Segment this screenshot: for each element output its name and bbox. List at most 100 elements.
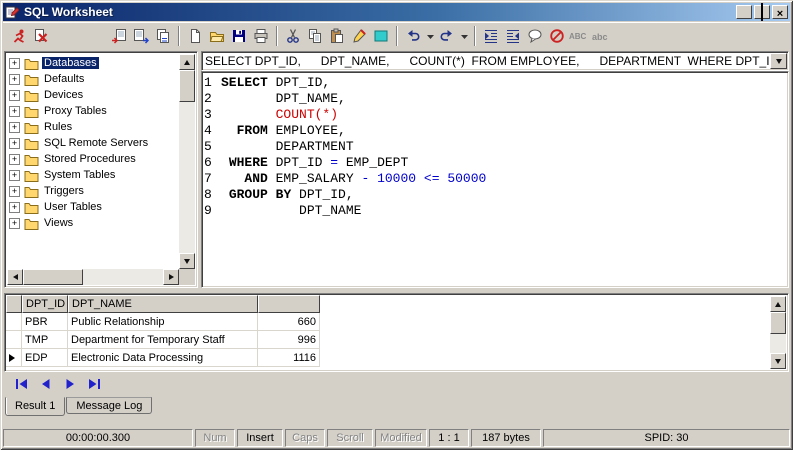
scrollbar-track[interactable]: [179, 70, 195, 253]
append-file-button[interactable]: [152, 25, 174, 47]
expand-plus-icon[interactable]: +: [9, 106, 20, 117]
tree-item-stored-procedures[interactable]: +Stored Procedures: [7, 151, 179, 167]
prior-row-button[interactable]: [34, 376, 58, 394]
tree-item-triggers[interactable]: +Triggers: [7, 183, 179, 199]
close-button[interactable]: ×: [772, 5, 788, 19]
outdent-button[interactable]: [502, 25, 524, 47]
expand-plus-icon[interactable]: +: [9, 154, 20, 165]
folder-icon: [24, 201, 39, 214]
append-file-icon: [155, 28, 171, 44]
expand-plus-icon[interactable]: +: [9, 138, 20, 149]
open-button[interactable]: [206, 25, 228, 47]
row-selector[interactable]: [6, 331, 22, 349]
column-header[interactable]: [258, 295, 320, 313]
last-row-button[interactable]: [82, 376, 106, 394]
expand-plus-icon[interactable]: +: [9, 170, 20, 181]
line-number: 1: [204, 75, 221, 91]
tree-vertical-scrollbar[interactable]: [179, 54, 195, 269]
cell: Department for Temporary Staff: [68, 331, 258, 349]
tree-item-user-tables[interactable]: +User Tables: [7, 199, 179, 215]
cell: 1116: [258, 349, 320, 367]
undo-dropdown-button[interactable]: [424, 25, 436, 47]
save-button[interactable]: [228, 25, 250, 47]
tree-item-proxy-tables[interactable]: + Proxy Tables: [7, 103, 179, 119]
expand-plus-icon[interactable]: +: [9, 186, 20, 197]
table-row[interactable]: TMPDepartment for Temporary Staff996: [6, 331, 770, 349]
scrollbar-thumb[interactable]: [23, 269, 83, 285]
scrollbar-corner: [179, 269, 195, 285]
tree-item-rules[interactable]: +Rules: [7, 119, 179, 135]
scroll-right-button[interactable]: [163, 269, 179, 285]
tree-item-views[interactable]: +Views: [7, 215, 179, 231]
undo-button[interactable]: [402, 25, 424, 47]
column-header[interactable]: DPT_ID: [22, 295, 68, 313]
title-bar[interactable]: SQL Worksheet ×: [3, 3, 790, 21]
tree-item-label: Proxy Tables: [42, 105, 109, 117]
next-row-button[interactable]: [58, 376, 82, 394]
lowercase-button[interactable]: abc: [590, 25, 612, 47]
expand-plus-icon[interactable]: +: [9, 74, 20, 85]
scroll-left-button[interactable]: [7, 269, 23, 285]
table-row[interactable]: PBRPublic Relationship660: [6, 313, 770, 331]
folder-icon: [24, 105, 39, 118]
expand-plus-icon[interactable]: +: [9, 90, 20, 101]
tree-item-devices[interactable]: + Devices: [7, 87, 179, 103]
scrollbar-track[interactable]: [770, 312, 786, 353]
new-button[interactable]: [184, 25, 206, 47]
minimize-button[interactable]: [736, 5, 752, 19]
chevron-down-icon: [776, 59, 782, 64]
tree-horizontal-scrollbar[interactable]: [7, 269, 179, 285]
indent-button[interactable]: [480, 25, 502, 47]
column-header[interactable]: DPT_NAME: [68, 295, 258, 313]
uncomment-button[interactable]: [546, 25, 568, 47]
scroll-down-button[interactable]: [770, 353, 786, 369]
maximize-button[interactable]: [754, 5, 770, 19]
scroll-down-button[interactable]: [179, 253, 195, 269]
tree-item-databases[interactable]: +Databases: [7, 55, 179, 71]
toolbar-separator: [474, 26, 476, 46]
scroll-up-button[interactable]: [179, 54, 195, 70]
expand-plus-icon[interactable]: +: [9, 218, 20, 229]
paste-button[interactable]: [326, 25, 348, 47]
redo-dropdown-button[interactable]: [458, 25, 470, 47]
tab-message-log[interactable]: Message Log: [66, 397, 152, 414]
tab-result-1[interactable]: Result 1: [5, 397, 65, 416]
save-icon: [231, 28, 247, 44]
row-selector[interactable]: [6, 313, 22, 331]
tree-item-system-tables[interactable]: +System Tables: [7, 167, 179, 183]
scrollbar-thumb[interactable]: [770, 312, 786, 334]
first-row-button[interactable]: [10, 376, 34, 394]
status-panel: 00:00:00.300: [3, 429, 193, 447]
lowercase-icon: abc: [591, 28, 611, 44]
execute-button[interactable]: [8, 25, 30, 47]
expand-plus-icon[interactable]: +: [9, 202, 20, 213]
save-file-button[interactable]: [130, 25, 152, 47]
insert-file-button[interactable]: [108, 25, 130, 47]
comment-button[interactable]: [524, 25, 546, 47]
copy-button[interactable]: [304, 25, 326, 47]
row-selector[interactable]: [6, 349, 22, 367]
tree-item-label: Devices: [42, 89, 85, 101]
tree-item-defaults[interactable]: +Defaults: [7, 71, 179, 87]
cell: Electronic Data Processing: [68, 349, 258, 367]
cut-button[interactable]: [282, 25, 304, 47]
results-vertical-scrollbar[interactable]: [770, 296, 786, 369]
sql-editor[interactable]: 1SELECT DPT_ID,2 DPT_NAME,3 COUNT(*)4 FR…: [201, 71, 789, 288]
interrupt-button[interactable]: [30, 25, 52, 47]
table-row[interactable]: EDPElectronic Data Processing1116: [6, 349, 770, 367]
expand-plus-icon[interactable]: +: [9, 58, 20, 69]
select-all-button[interactable]: [370, 25, 392, 47]
combo-dropdown-button[interactable]: [770, 53, 787, 69]
sql-history-combo[interactable]: SELECT DPT_ID, DPT_NAME, COUNT(*) FROM E…: [201, 51, 789, 71]
tree-item-sql-remote-servers[interactable]: +SQL Remote Servers: [7, 135, 179, 151]
scroll-up-button[interactable]: [770, 296, 786, 312]
replace-button[interactable]: [348, 25, 370, 47]
scrollbar-thumb[interactable]: [179, 70, 195, 102]
expand-plus-icon[interactable]: +: [9, 122, 20, 133]
grid-header: DPT_IDDPT_NAME: [6, 295, 770, 313]
scrollbar-track[interactable]: [23, 269, 163, 285]
redo-button[interactable]: [436, 25, 458, 47]
uppercase-button[interactable]: ABC: [568, 25, 590, 47]
print-icon: [253, 28, 269, 44]
print-button[interactable]: [250, 25, 272, 47]
